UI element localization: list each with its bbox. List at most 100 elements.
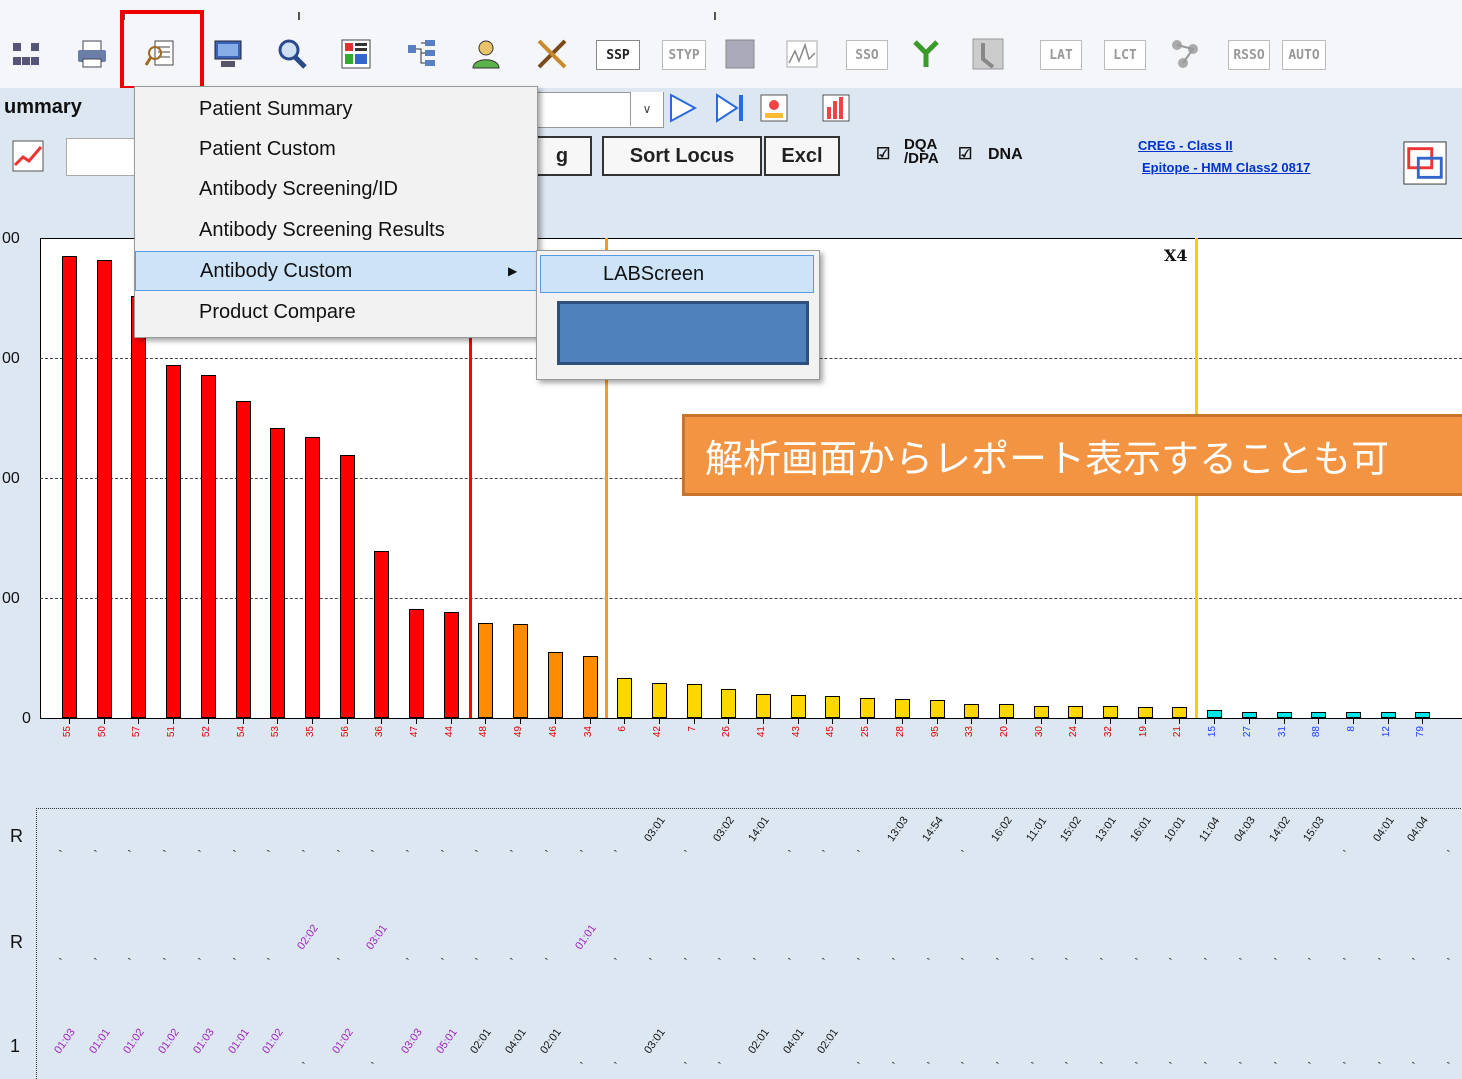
bar-43[interactable] [791,695,806,718]
auto-button[interactable]: AUTO [1282,40,1326,70]
bar-48[interactable] [478,623,493,718]
x-tick-label: 28 [895,726,906,738]
x-tick [590,718,591,724]
bar-45[interactable] [825,696,840,718]
bar-51[interactable] [166,365,181,718]
x-tick-label: 56 [340,726,351,738]
trend-chart-icon[interactable] [10,138,46,174]
dashboard-icon[interactable] [338,36,374,72]
bar-52[interactable] [201,375,216,718]
bar-46[interactable] [548,652,563,718]
rsso-button[interactable]: RSSO [1228,40,1270,70]
row-label: 1 [10,1036,21,1056]
menu-item-antibody-screening-results[interactable]: Antibody Screening Results [135,210,537,250]
excl-button[interactable]: Excl [764,136,840,176]
skip-end-icon[interactable] [712,90,748,126]
menu-item-product-compare[interactable]: Product Compare [135,292,537,332]
menu-item-antibody-custom[interactable]: Antibody Custom ▶ [135,251,537,291]
dqa-label: DQA/DPA [904,137,939,166]
network-icon[interactable] [8,36,44,72]
bar-47[interactable] [409,609,424,718]
bar-36[interactable] [374,551,389,718]
bar-95[interactable] [930,700,945,718]
sort-locus-button[interactable]: Sort Locus [602,136,762,176]
x-tick-label: 27 [1242,726,1253,738]
bar-33[interactable] [964,704,979,718]
toolbar-tick [714,12,716,20]
bar-15[interactable] [1207,710,1222,718]
x-tick [798,718,799,724]
dqa-checkbox[interactable]: ☑ [876,144,890,164]
highlight-box [120,10,204,90]
gel-icon[interactable] [722,36,758,72]
bar-28[interactable] [895,699,910,718]
x-tick [312,718,313,724]
bar-21[interactable] [1172,707,1187,718]
bar-25[interactable] [860,698,875,718]
lct-button[interactable]: LCT [1104,40,1146,70]
play-icon[interactable] [664,90,700,126]
search-icon[interactable] [274,36,310,72]
styp-button[interactable]: STYP [662,40,706,70]
print-icon[interactable] [74,36,110,72]
x-tick-label: 53 [270,726,281,738]
bar-32[interactable] [1103,706,1118,718]
bar-54[interactable] [236,401,251,718]
dna-icon[interactable] [534,36,570,72]
bar-41[interactable] [756,694,771,718]
tree-icon[interactable] [404,36,440,72]
chevron-down-icon[interactable]: ∨ [630,92,663,126]
bar-7[interactable] [687,684,702,718]
submenu-item-labscreen[interactable]: LABScreen [540,255,814,293]
bar-50[interactable] [97,260,112,718]
molecule-icon[interactable] [1168,36,1204,72]
waveform-icon[interactable] [784,36,820,72]
y-tick-label: 00 [2,350,20,367]
y-tick-label: 00 [2,230,20,247]
bar-55[interactable] [62,256,77,718]
x-tick [1422,718,1423,724]
bar-56[interactable] [340,455,355,718]
report-user-icon[interactable] [756,90,792,126]
row-label: R [10,826,23,846]
x-tick-label: 88 [1311,726,1322,738]
x-tick-label: 44 [444,726,455,738]
bar-6[interactable] [617,678,632,718]
bar-30[interactable] [1034,706,1049,718]
bar-20[interactable] [999,704,1014,718]
bar-35[interactable] [305,437,320,718]
menu-item-patient-summary[interactable]: Patient Summary [135,89,537,129]
user-icon[interactable] [468,36,504,72]
antibody-custom-submenu: LABScreen [536,250,820,380]
ssp-button[interactable]: SSP [596,40,640,70]
antibody-icon[interactable] [908,36,944,72]
bar-chart-icon[interactable] [818,90,854,126]
bar-26[interactable] [721,689,736,718]
bar-49[interactable] [513,624,528,718]
x-tick [555,718,556,724]
window-switch-icon[interactable] [1402,140,1448,186]
dna-checkbox[interactable]: ☑ [958,144,972,164]
bar-42[interactable] [652,683,667,718]
redacted-submenu-item[interactable] [557,301,809,365]
bar-24[interactable] [1068,706,1083,718]
bar-44[interactable] [444,612,459,718]
x-tick-label: 20 [999,726,1010,738]
callout-annotation: 解析画面からレポート表示することも可 [682,414,1462,496]
bar-53[interactable] [270,428,285,718]
bar-57[interactable] [131,296,146,718]
lat-button[interactable]: LAT [1040,40,1082,70]
sort-button[interactable]: g [532,136,592,176]
menu-item-antibody-screening-id[interactable]: Antibody Screening/ID [135,169,537,209]
monitor-icon[interactable] [210,36,246,72]
filter-input[interactable] [66,138,138,176]
creg-link[interactable]: CREG - Class II [1138,138,1233,153]
epitope-link[interactable]: Epitope - HMM Class2 0817 [1142,160,1310,175]
x-tick [451,718,452,724]
x-tick [208,718,209,724]
probe-icon[interactable] [970,36,1006,72]
bar-19[interactable] [1138,707,1153,718]
menu-item-patient-custom[interactable]: Patient Custom [135,129,537,169]
bar-34[interactable] [583,656,598,718]
sso-button[interactable]: SSO [846,40,888,70]
